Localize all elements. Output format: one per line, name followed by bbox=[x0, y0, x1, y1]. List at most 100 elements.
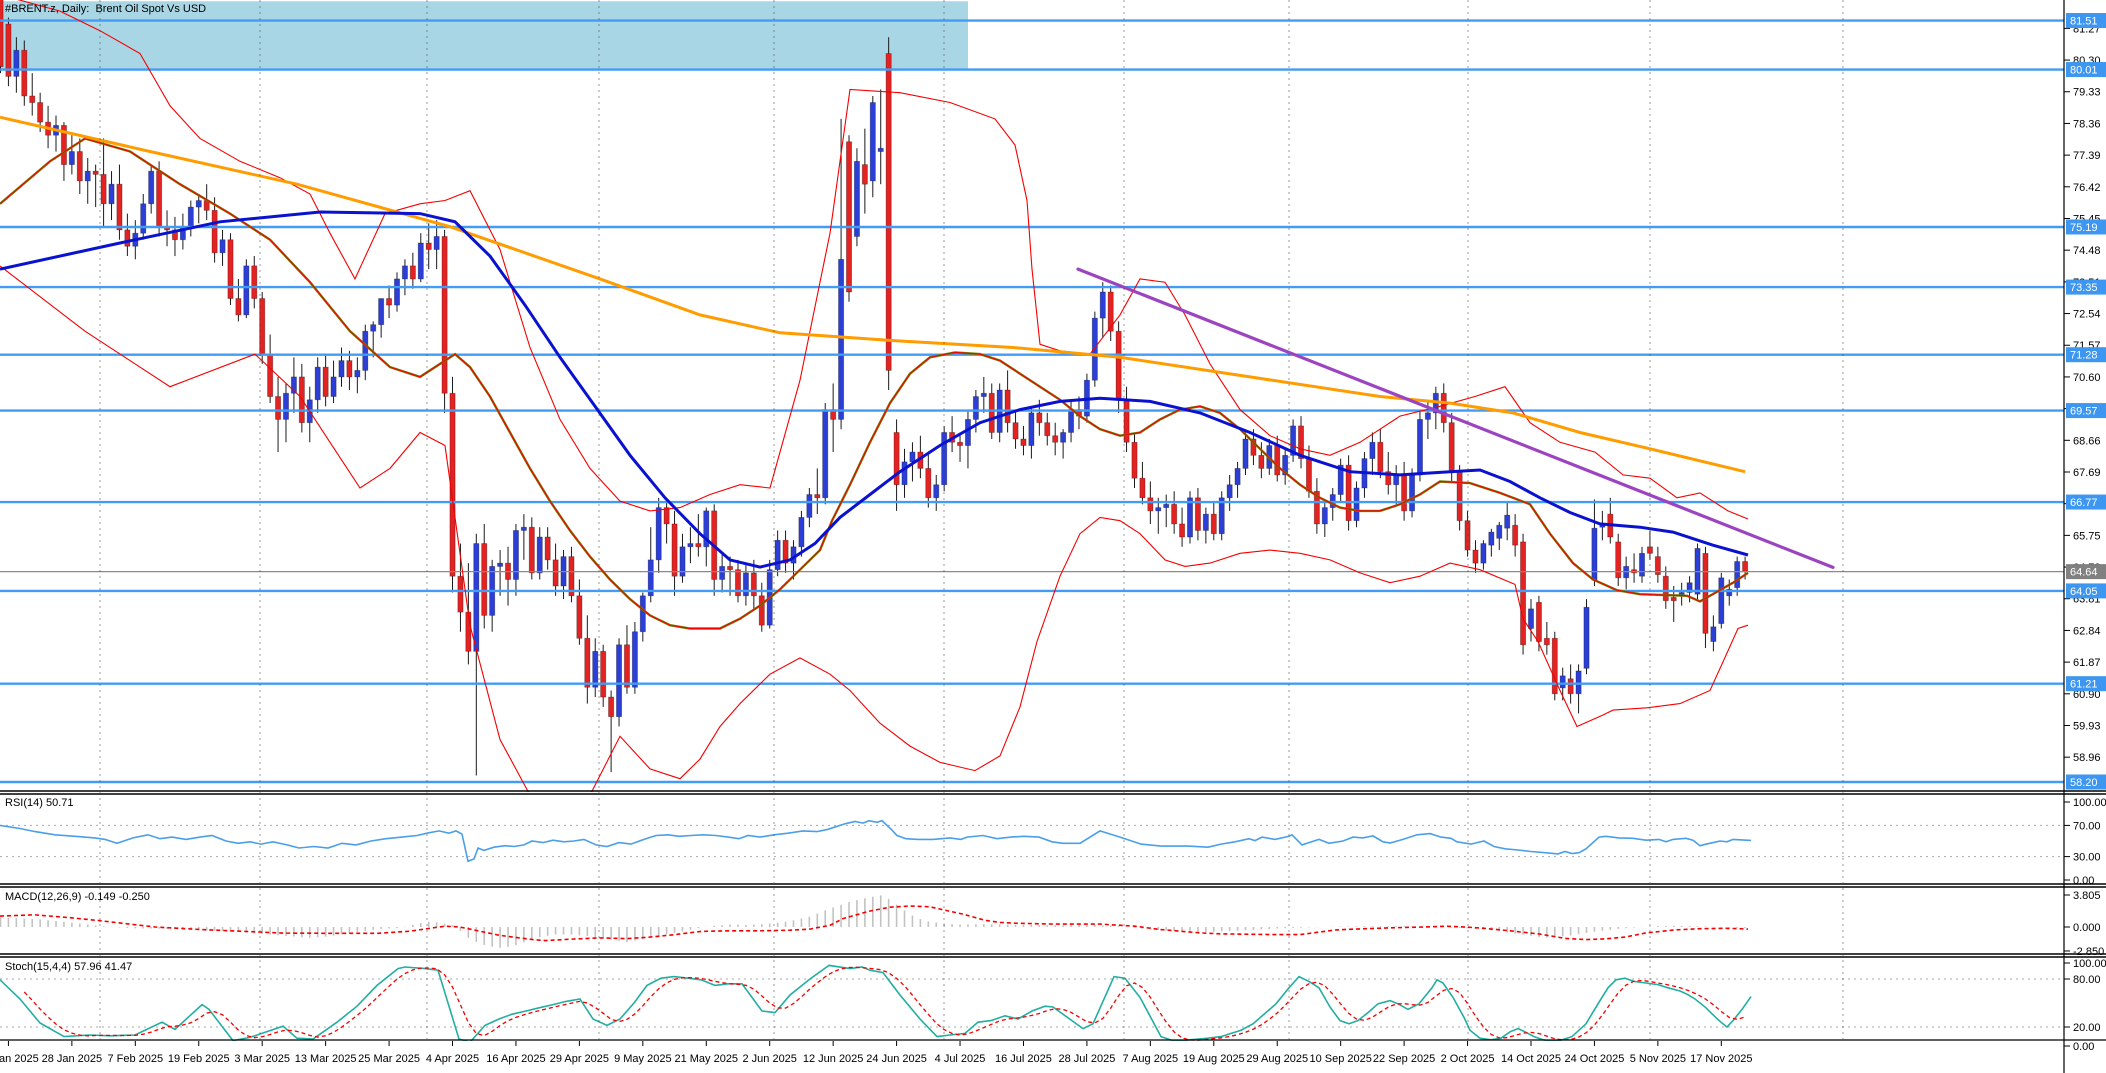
date-axis-label: 22 Sep 2025 bbox=[1373, 1053, 1435, 1065]
chart-area[interactable]: 81.2780.3079.3378.3677.3976.4275.4574.48… bbox=[0, 0, 2106, 1073]
axis-tick-label: 61.87 bbox=[2073, 657, 2101, 669]
level-price-badge-value: 81.51 bbox=[2070, 16, 2098, 28]
candle-up bbox=[394, 279, 399, 305]
candle-up bbox=[870, 103, 875, 181]
candle-up bbox=[743, 573, 748, 596]
level-price-badge-value: 69.57 bbox=[2070, 406, 2098, 418]
candle-up bbox=[1322, 508, 1327, 524]
candle-up bbox=[1711, 627, 1716, 642]
date-axis-label: 4 Jul 2025 bbox=[935, 1053, 986, 1065]
candle-down bbox=[1449, 423, 1454, 472]
rsi-panel bbox=[0, 821, 2064, 862]
candle-up bbox=[188, 207, 193, 227]
candle-down bbox=[38, 103, 43, 123]
macd-signal-line bbox=[0, 906, 1748, 941]
candle-down bbox=[1457, 472, 1462, 521]
axis-tick-label: 74.48 bbox=[2073, 245, 2101, 257]
candle-down bbox=[22, 50, 27, 96]
candle-up bbox=[371, 325, 376, 332]
date-axis-label: 3 Mar 2025 bbox=[234, 1053, 290, 1065]
candle-down bbox=[577, 596, 582, 638]
candle-up bbox=[1481, 544, 1486, 564]
candle-down bbox=[236, 299, 241, 315]
candle-down bbox=[957, 442, 962, 445]
current-price-badge-value: 64.64 bbox=[2070, 567, 2098, 579]
candle-up bbox=[823, 410, 828, 498]
candle-down bbox=[275, 397, 280, 420]
candle-down bbox=[609, 697, 614, 717]
date-axis-label: 12 Jun 2025 bbox=[803, 1053, 864, 1065]
candle-up bbox=[981, 393, 986, 396]
candle-up bbox=[1409, 475, 1414, 511]
candle-up bbox=[1068, 410, 1073, 433]
candle-up bbox=[1560, 676, 1565, 688]
candle-up bbox=[141, 204, 146, 233]
date-axis-label: 5 Nov 2025 bbox=[1630, 1053, 1686, 1065]
date-axis-label: 29 Aug 2025 bbox=[1246, 1053, 1308, 1065]
candle-up bbox=[379, 299, 384, 325]
candle-down bbox=[1306, 459, 1311, 492]
candle-up bbox=[418, 243, 423, 279]
candle-down bbox=[672, 524, 677, 576]
candle-up bbox=[196, 201, 201, 208]
candle-up bbox=[1497, 525, 1502, 538]
candle-down bbox=[252, 266, 257, 299]
highlight-rectangle-top[interactable] bbox=[0, 1, 968, 69]
candle-down bbox=[862, 165, 867, 185]
rsi-line bbox=[0, 821, 1751, 862]
date-axis-label: 16 Apr 2025 bbox=[486, 1053, 545, 1065]
candle-up bbox=[434, 236, 439, 249]
candle-up bbox=[878, 148, 883, 151]
candle-down bbox=[696, 544, 701, 547]
candle-down bbox=[77, 152, 82, 181]
candle-down bbox=[886, 54, 891, 371]
candle-down bbox=[482, 544, 487, 616]
candle-down bbox=[1513, 525, 1518, 545]
candle-up bbox=[85, 171, 90, 181]
candle-down bbox=[553, 560, 558, 586]
date-axis-label: 2 Oct 2025 bbox=[1441, 1053, 1495, 1065]
candle-up bbox=[1354, 488, 1359, 521]
candle-down bbox=[1259, 455, 1264, 468]
candle-up bbox=[632, 632, 637, 688]
candle-down bbox=[1211, 514, 1216, 534]
level-price-badge-value: 73.35 bbox=[2070, 282, 2098, 294]
level-price-badge-value: 61.21 bbox=[2070, 679, 2098, 691]
stoch-panel bbox=[0, 965, 2064, 1042]
candle-down bbox=[1743, 561, 1748, 571]
axis-tick-label: 0.00 bbox=[2073, 875, 2094, 887]
date-axis-label: 13 Mar 2025 bbox=[295, 1053, 357, 1065]
candle-up bbox=[1489, 532, 1494, 545]
candle-up bbox=[14, 50, 19, 76]
candle-down bbox=[442, 236, 447, 393]
candle-down bbox=[1148, 498, 1153, 511]
axis-tick-label: 59.93 bbox=[2073, 720, 2101, 732]
candle-down bbox=[410, 266, 415, 279]
axis-tick-label: 79.33 bbox=[2073, 87, 2101, 99]
candle-up bbox=[1505, 515, 1510, 528]
date-axis-label: 28 Jul 2025 bbox=[1058, 1053, 1115, 1065]
date-axis-label: 16 Jan 2025 bbox=[0, 1053, 39, 1065]
candle-down bbox=[1671, 597, 1676, 600]
candle-down bbox=[268, 354, 273, 396]
stoch-k-line bbox=[0, 965, 1751, 1042]
candle-up bbox=[109, 184, 114, 204]
stoch-d-line bbox=[24, 967, 1745, 1040]
level-price-badge-value: 66.77 bbox=[2070, 497, 2098, 509]
candle-up bbox=[331, 377, 336, 397]
date-axis-label: 19 Aug 2025 bbox=[1183, 1053, 1245, 1065]
candle-up bbox=[616, 645, 621, 717]
axis-tick-label: 58.96 bbox=[2073, 752, 2101, 764]
candle-up bbox=[69, 152, 74, 165]
candle-up bbox=[1576, 671, 1581, 694]
candle-up bbox=[315, 367, 320, 400]
candle-up bbox=[799, 517, 804, 546]
candle-up bbox=[942, 432, 947, 484]
candle-down bbox=[664, 508, 669, 524]
candle-down bbox=[1663, 576, 1668, 601]
candle-down bbox=[1520, 542, 1525, 645]
candle-up bbox=[402, 266, 407, 279]
candle-down bbox=[624, 645, 629, 687]
date-axis-label: 28 Jan 2025 bbox=[42, 1053, 103, 1065]
candle-up bbox=[1235, 468, 1240, 484]
